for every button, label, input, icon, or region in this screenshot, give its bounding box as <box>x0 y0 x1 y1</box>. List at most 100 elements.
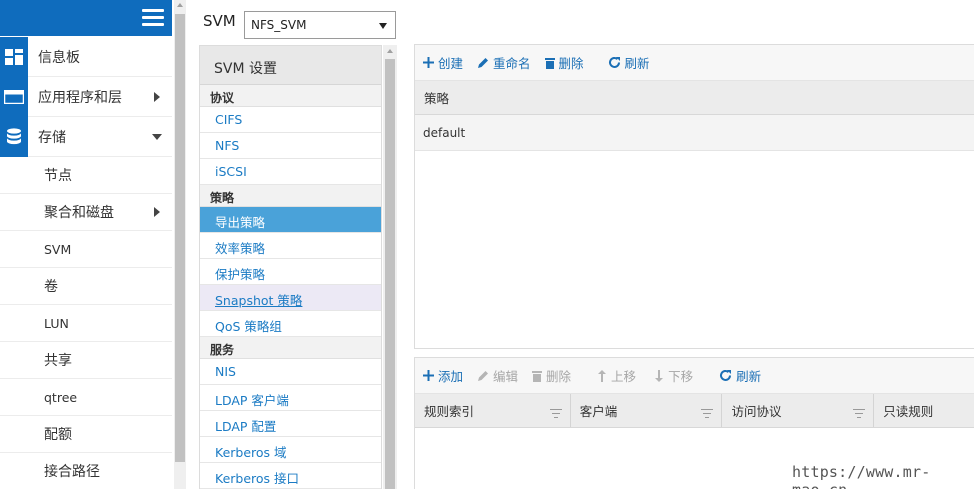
svm-select[interactable]: NFS_SVM <box>244 11 396 39</box>
chevron-down-icon <box>152 133 162 140</box>
nav-subitem-label: 聚合和磁盘 <box>44 205 114 221</box>
scroll-up-icon[interactable] <box>177 3 183 7</box>
filter-icon[interactable] <box>549 406 562 421</box>
move-up-label: 上移 <box>611 369 637 384</box>
nav-subitem-label: SVM <box>44 241 72 257</box>
plus-icon <box>423 57 434 68</box>
filter-icon[interactable] <box>701 406 714 421</box>
pencil-icon <box>477 57 489 69</box>
column-header-label: 访问协议 <box>731 404 782 419</box>
policy-grid-header: 策略 <box>415 81 974 115</box>
column-header-readonly-rule[interactable]: 只读规则 <box>874 394 974 427</box>
arrow-down-icon <box>654 369 664 382</box>
column-header-policy[interactable]: 策略 <box>415 81 974 114</box>
settings-item-ldap-config[interactable]: LDAP 配置 <box>200 411 381 437</box>
pencil-icon <box>477 370 489 382</box>
settings-scrollbar[interactable] <box>383 45 397 489</box>
refresh-label: 刷新 <box>624 56 650 71</box>
menu-icon[interactable] <box>142 9 164 27</box>
policy-toolbar: 创建 重命名 删除 刷新 <box>415 45 974 81</box>
nav-subitem-lun[interactable]: LUN <box>0 305 172 342</box>
settings-item-ldap-client[interactable]: LDAP 客户端 <box>200 385 381 411</box>
trash-icon <box>532 370 543 382</box>
create-button[interactable]: 创建 <box>423 53 463 72</box>
add-label: 添加 <box>438 369 464 384</box>
arrow-up-icon <box>597 369 607 382</box>
column-header-rule-index[interactable]: 规则索引 <box>415 394 571 427</box>
watermark-url: https://www.mr-mao.cn <box>792 463 931 489</box>
nav-subitem-label: 接合路径 <box>44 464 100 480</box>
column-header-client[interactable]: 客户端 <box>571 394 723 427</box>
dashboard-icon <box>0 36 28 77</box>
settings-item-kerberos-realm[interactable]: Kerberos 域 <box>200 437 381 463</box>
nav-subitem-shares[interactable]: 共享 <box>0 342 172 379</box>
delete-button[interactable]: 删除 <box>544 53 584 72</box>
nav-subitem-qtree[interactable]: qtree <box>0 379 172 416</box>
policy-name-cell: default <box>423 125 466 140</box>
settings-scrollbar-thumb[interactable] <box>385 59 395 489</box>
column-header-access-protocol[interactable]: 访问协议 <box>722 394 875 427</box>
svm-select-value: NFS_SVM <box>251 18 307 32</box>
svm-settings-panel: SVM 设置 协议 CIFS NFS iSCSI 策略 导出策略 效率策略 保护… <box>199 45 382 489</box>
nav-item-storage[interactable]: 存储 <box>0 116 172 157</box>
nav-subitem-aggregates[interactable]: 聚合和磁盘 <box>0 194 172 231</box>
nav-subitem-quotas[interactable]: 配额 <box>0 416 172 453</box>
nav-subitem-junction-paths[interactable]: 接合路径 <box>0 453 172 489</box>
refresh-button[interactable]: 刷新 <box>608 53 650 72</box>
move-down-button[interactable]: 下移 <box>654 366 693 385</box>
nav-subitem-svm[interactable]: SVM <box>0 231 172 268</box>
rules-toolbar: 添加 编辑 删除 上移 下移 刷新 <box>415 358 974 394</box>
settings-item-qos-policy-group[interactable]: QoS 策略组 <box>200 311 381 337</box>
nav-scrollbar-thumb[interactable] <box>175 14 185 462</box>
settings-item-kerberos-interface[interactable]: Kerberos 接口 <box>200 463 381 489</box>
nav-subitem-label: 卷 <box>44 279 58 295</box>
nav-subitem-label: 共享 <box>44 353 72 369</box>
nav-item-label: 应用程序和层 <box>38 89 122 106</box>
delete-rule-button[interactable]: 删除 <box>532 366 571 385</box>
nav-subitem-nodes[interactable]: 节点 <box>0 157 172 194</box>
settings-item-iscsi[interactable]: iSCSI <box>200 159 381 185</box>
nav-header <box>0 0 172 36</box>
plus-icon <box>423 370 434 381</box>
section-heading-services: 服务 <box>200 337 381 359</box>
nav-item-dashboard[interactable]: 信息板 <box>0 36 172 77</box>
filter-icon[interactable] <box>853 406 866 421</box>
caret-down-icon <box>379 23 387 29</box>
settings-item-export-policy[interactable]: 导出策略 <box>200 207 381 233</box>
export-policy-panel: 创建 重命名 删除 刷新 策略 default <box>414 44 974 349</box>
rules-grid-header: 规则索引 客户端 访问协议 只读规则 <box>415 394 974 428</box>
settings-item-snapshot-policy[interactable]: Snapshot 策略 <box>200 285 381 311</box>
delete-label: 删除 <box>546 369 572 384</box>
nav-scrollbar[interactable] <box>174 0 186 489</box>
refresh-label: 刷新 <box>736 369 762 384</box>
nav-subitem-label: LUN <box>44 315 69 331</box>
nav-item-label: 存储 <box>38 129 66 146</box>
settings-item-efficiency-policy[interactable]: 效率策略 <box>200 233 381 259</box>
settings-item-protection-policy[interactable]: 保护策略 <box>200 259 381 285</box>
refresh-rules-button[interactable]: 刷新 <box>719 366 761 385</box>
scroll-up-icon[interactable] <box>387 49 393 53</box>
column-header-label: 规则索引 <box>424 404 475 419</box>
settings-item-nfs[interactable]: NFS <box>200 133 381 159</box>
refresh-icon <box>608 56 621 69</box>
nav-subitem-label: 节点 <box>44 168 72 184</box>
settings-item-cifs[interactable]: CIFS <box>200 107 381 133</box>
chevron-right-icon <box>154 207 160 217</box>
storage-icon <box>0 116 28 157</box>
trash-icon <box>544 57 555 69</box>
add-rule-button[interactable]: 添加 <box>423 366 463 385</box>
nav-subitem-volumes[interactable]: 卷 <box>0 268 172 305</box>
rename-label: 重命名 <box>493 56 531 71</box>
settings-item-nis[interactable]: NIS <box>200 359 381 385</box>
chevron-right-icon <box>154 91 160 102</box>
rename-button[interactable]: 重命名 <box>477 53 531 72</box>
left-nav: 信息板 应用程序和层 存储 节点 聚合和磁盘 SVM 卷 LUN 共享 qtre… <box>0 0 172 489</box>
column-header-label: 客户端 <box>579 404 618 419</box>
nav-item-applications[interactable]: 应用程序和层 <box>0 76 172 117</box>
nav-subitem-label: 配额 <box>44 427 72 443</box>
edit-rule-button[interactable]: 编辑 <box>477 366 518 385</box>
applications-icon <box>0 76 28 117</box>
delete-label: 删除 <box>558 56 584 71</box>
table-row[interactable]: default <box>415 115 974 151</box>
move-up-button[interactable]: 上移 <box>597 366 636 385</box>
